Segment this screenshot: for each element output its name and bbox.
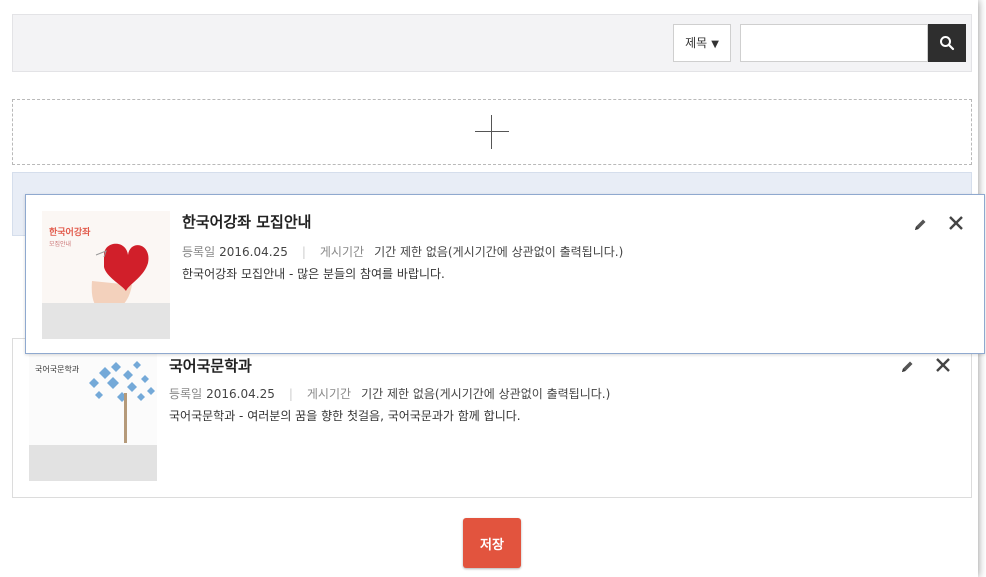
search-field-select[interactable]: 제목 ▼	[673, 24, 731, 62]
add-item-zone[interactable]	[12, 99, 972, 165]
thumbnail-subcaption: 모집안내	[49, 241, 72, 248]
plus-icon	[475, 115, 509, 149]
pencil-icon[interactable]	[912, 217, 928, 233]
dropdown-arrow-icon: ▼	[711, 39, 719, 50]
registered-date: 2016.04.25	[206, 387, 275, 401]
list-item-dragging[interactable]: 한국어강좌 모집안내 한국어강좌 모집안내 등록일 2016.04.25 | 게시기간…	[25, 194, 985, 354]
item-thumbnail: 국어국문학과	[29, 353, 157, 481]
list-item[interactable]: 국어국문학과 국어국문학과 등록일 2016.04.25 | 게시기간 기간 제한 없음…	[13, 339, 971, 497]
search-field-label: 제목	[685, 36, 708, 50]
item-meta: 등록일 2016.04.25 | 게시기간 기간 제한 없음(게시기간에 상관없이 출력…	[169, 387, 611, 401]
close-icon[interactable]	[948, 215, 964, 231]
registered-label: 등록일	[182, 245, 216, 259]
period-value: 기간 제한 없음(게시기간에 상관없이 출력됩니다.)	[361, 387, 611, 401]
close-icon[interactable]	[935, 357, 951, 373]
search-input[interactable]	[740, 24, 928, 62]
search-toolbar: 제목 ▼	[12, 14, 972, 72]
save-button[interactable]: 저장	[463, 518, 521, 568]
registered-label: 등록일	[169, 387, 203, 401]
item-meta: 등록일 2016.04.25 | 게시기간 기간 제한 없음(게시기간에 상관없이 출력…	[182, 245, 624, 259]
pencil-icon[interactable]	[899, 359, 915, 375]
search-button[interactable]	[928, 24, 966, 62]
item-title: 한국어강좌 모집안내	[182, 213, 312, 231]
period-label: 게시기간	[306, 387, 352, 401]
search-icon	[940, 36, 955, 51]
registered-date: 2016.04.25	[219, 245, 288, 259]
board-editor: 제목 ▼ 국어국문학과 국어국문학과 등록일 2016.04.25 | 게시기간…	[0, 0, 985, 577]
item-thumbnail: 한국어강좌 모집안내	[42, 211, 170, 339]
item-description: 국어국문학과 - 여러분의 꿈을 향한 첫걸음, 국어국문과가 함께 합니다.	[169, 409, 521, 423]
thumbnail-caption: 한국어강좌	[49, 228, 91, 238]
item-description: 한국어강좌 모집안내 - 많은 분들의 참여를 바랍니다.	[182, 267, 445, 281]
period-value: 기간 제한 없음(게시기간에 상관없이 출력됩니다.)	[374, 245, 624, 259]
thumbnail-caption: 국어국문학과	[35, 365, 80, 374]
item-title: 국어국문학과	[169, 357, 252, 375]
period-label: 게시기간	[319, 245, 365, 259]
